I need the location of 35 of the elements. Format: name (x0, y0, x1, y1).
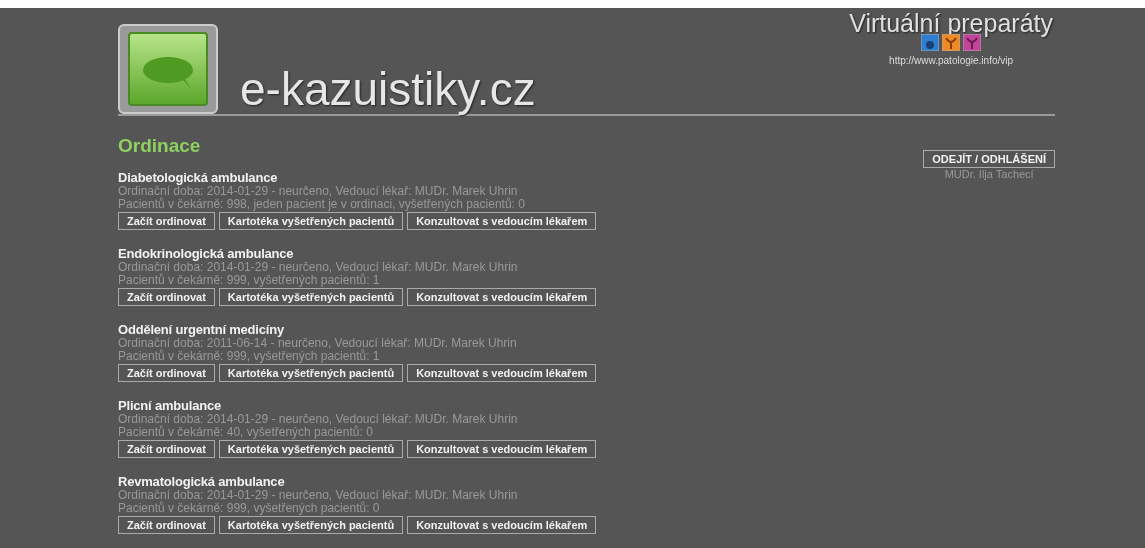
clinic-button[interactable]: Konzultovat s vedoucím lékařem (407, 440, 597, 458)
clinic-name: Revmatologická ambulance (118, 474, 286, 489)
clinic-patients: Pacientů v čekárně: 999, vyšetřených pacientů: 0 (118, 502, 381, 515)
clinic-name: Endokrinologická ambulance (118, 246, 295, 261)
clinic-patients: Pacientů v čekárně: 998, jeden pacient je v ordinaci, vyšetřených pacientů: 0 (118, 198, 526, 211)
clinic-button[interactable]: Kartotéka vyšetřených pacientů (218, 516, 404, 534)
clinic-name: Plicní ambulance (118, 398, 222, 413)
clinic-hours: Ordinační doba: 2014-01-29 - neurčeno, Vedoucí lékař: MUDr. Marek Uhrin (118, 261, 519, 274)
vp-title: Virtuální preparáty (849, 10, 1053, 38)
clinic-hours: Ordinační doba: 2014-01-29 - neurčeno, Vedoucí lékař: MUDr. Marek Uhrin (118, 413, 519, 426)
clinic-button[interactable]: Začít ordinovat (118, 364, 215, 382)
clinic-hours: Ordinační doba: 2014-01-29 - neurčeno, Vedoucí lékař: MUDr. Marek Uhrin (118, 185, 519, 198)
clinic-button[interactable]: Kartotéka vyšetřených pacientů (218, 364, 404, 382)
clinic-button[interactable]: Kartotéka vyšetřených pacientů (218, 212, 404, 230)
clinic-button[interactable]: Konzultovat s vedoucím lékařem (407, 212, 597, 230)
clinic-patients: Pacientů v čekárně: 999, vyšetřených pacientů: 1 (118, 274, 381, 287)
clinic-name: Diabetologická ambulance (118, 170, 279, 185)
vp-link[interactable]: http://www.patologie.info/vip (889, 54, 1014, 66)
page-heading: Ordinace (118, 134, 202, 158)
clinic-patients: Pacientů v čekárně: 999, vyšetřených pacientů: 1 (118, 350, 381, 363)
clinic-button[interactable]: Začít ordinovat (118, 516, 215, 534)
clinic-button[interactable]: Konzultovat s vedoucím lékařem (407, 364, 597, 382)
clinic-button[interactable]: Začít ordinovat (118, 288, 215, 306)
clinic-button[interactable]: Začít ordinovat (118, 440, 215, 458)
clinic-button[interactable]: Kartotéka vyšetřených pacientů (218, 288, 404, 306)
logout-button[interactable]: ODEJÍT / ODHLÁŠENÍ (923, 150, 1055, 168)
clinic-button[interactable]: Konzultovat s vedoucím lékařem (407, 516, 597, 534)
user-name: MUDr. Ilja Tachecí (944, 168, 1034, 181)
clinic-hours: Ordinační doba: 2011-06-14 - neurčeno, Vedoucí lékař: MUDr. Marek Uhrin (118, 337, 518, 350)
clinic-name: Oddělení urgentní medicíny (118, 322, 285, 337)
clinic-button[interactable]: Začít ordinovat (118, 212, 215, 230)
clinic-patients: Pacientů v čekárně: 40, vyšetřených pacientů: 0 (118, 426, 374, 439)
clinic-hours: Ordinační doba: 2014-01-29 - neurčeno, Vedoucí lékař: MUDr. Marek Uhrin (118, 489, 519, 502)
clinic-button[interactable]: Konzultovat s vedoucím lékařem (407, 288, 597, 306)
clinic-button[interactable]: Kartotéka vyšetřených pacientů (218, 440, 404, 458)
